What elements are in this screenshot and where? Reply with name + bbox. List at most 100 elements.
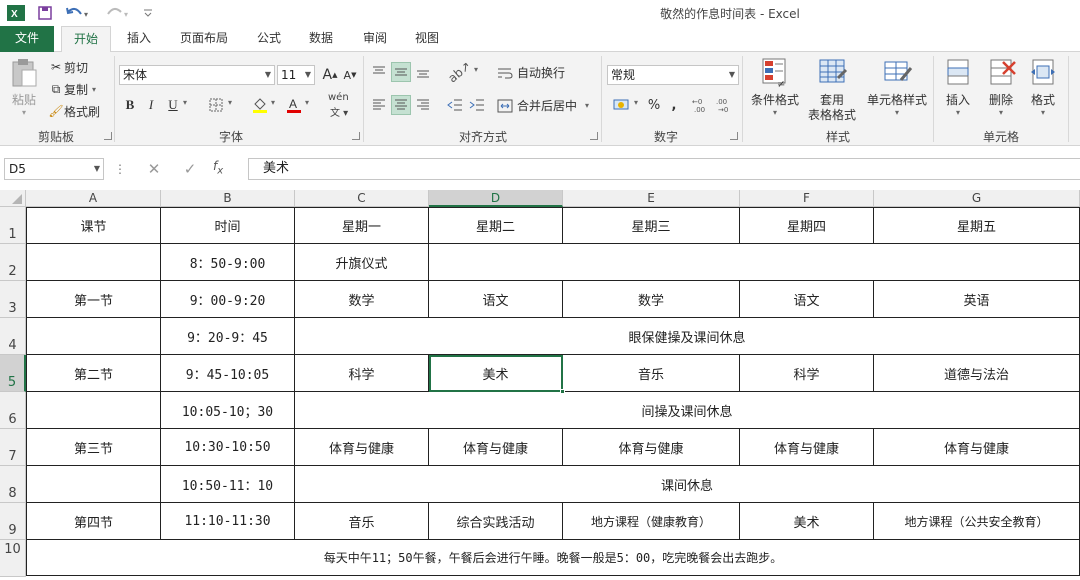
more-options-icon[interactable]: ⋮ [114,159,126,179]
cell-note-merged[interactable]: 每天中午11；50午餐，午餐后会进行午睡。晚餐一般是5：00，吃完晚餐会出去跑步… [26,540,1080,576]
clipboard-launcher-icon[interactable] [104,132,112,140]
font-launcher-icon[interactable] [352,132,360,140]
tab-view[interactable]: 视图 [406,26,448,52]
cell-time[interactable]: 11:10-11:30 [161,503,295,540]
cell-subject[interactable]: 道德与法治 [874,355,1080,392]
row-header[interactable]: 10 [0,540,26,577]
tab-insert[interactable]: 插入 [118,26,160,52]
cell-subject[interactable]: 美术 [740,503,874,540]
column-header[interactable]: F [740,190,874,207]
cell-header-friday[interactable]: 星期五 [874,207,1080,244]
cell-subject[interactable]: 地方课程（健康教育） [563,503,740,540]
select-all-corner[interactable] [0,190,26,207]
cell-subject[interactable]: 英语 [874,281,1080,318]
cell-time[interactable]: 10:50-11：10 [161,466,295,503]
decrease-indent-button[interactable] [445,95,465,115]
accounting-format-button[interactable] [610,95,636,115]
cell-subject[interactable]: 音乐 [563,355,740,392]
font-size-combo[interactable]: 11 ▼ [277,65,315,85]
grow-font-button[interactable]: A ▲ [320,65,340,85]
cell-header-wednesday[interactable]: 星期三 [563,207,740,244]
cell-time[interactable]: 8：50-9:00 [161,244,295,281]
cell-merged-empty[interactable] [429,244,1080,281]
align-left-button[interactable] [369,95,389,115]
cell-period[interactable]: 第三节 [26,429,161,466]
font-name-combo[interactable]: 宋体 ▼ [119,65,275,85]
cell-header-period[interactable]: 课节 [26,207,161,244]
insert-function-icon[interactable]: fx [213,159,223,176]
wrap-text-button[interactable]: 自动换行 [497,64,565,81]
tab-data[interactable]: 数据 [300,26,342,52]
column-header[interactable]: C [295,190,429,207]
confirm-entry-icon[interactable]: ✓ [180,159,200,179]
row-header[interactable]: 1 [0,207,26,244]
formula-input[interactable]: 美术 [248,158,1080,180]
row-header[interactable]: 9 [0,503,26,540]
tab-home[interactable]: 开始 [61,26,111,53]
phonetic-button[interactable]: wén [328,92,349,103]
cell-time[interactable]: 9：45-10:05 [161,355,295,392]
cut-button[interactable]: ✂ 剪切 [48,58,88,76]
align-bottom-button[interactable] [413,62,433,82]
cell-header-monday[interactable]: 星期一 [295,207,429,244]
cell-header-tuesday[interactable]: 星期二 [429,207,563,244]
borders-button[interactable] [206,95,226,115]
number-launcher-icon[interactable] [730,132,738,140]
cell-styles-button[interactable]: 单元格样式 ▾ [864,56,930,117]
conditional-formatting-button[interactable]: ≠ 条件格式 ▾ [748,56,802,117]
cell-subject[interactable]: 体育与健康 [429,429,563,466]
column-header[interactable]: G [874,190,1080,207]
cell-time[interactable]: 10:05-10；30 [161,392,295,429]
cell-subject[interactable]: 语文 [740,281,874,318]
name-box[interactable]: D5 ▼ [4,158,104,180]
format-cells-button[interactable]: 格式 ▾ [1024,56,1062,117]
align-top-button[interactable] [369,62,389,82]
cell-merged-break[interactable]: 课间休息 [295,466,1080,503]
shrink-font-button[interactable]: A ▼ [340,65,360,85]
align-center-button[interactable] [391,95,411,115]
insert-cells-button[interactable]: 插入 ▾ [939,56,977,117]
cell-period[interactable]: 第四节 [26,503,161,540]
cell-flag-ceremony[interactable]: 升旗仪式 [295,244,429,281]
underline-button[interactable]: U [163,95,183,115]
cell-subject[interactable]: 数学 [295,281,429,318]
cell-d5-active[interactable]: 美术 [429,355,563,392]
accounting-dropdown-icon[interactable]: ▾ [634,98,638,107]
cell-subject[interactable]: 音乐 [295,503,429,540]
cell-period-empty[interactable] [26,466,161,503]
align-middle-button[interactable] [391,62,411,82]
cell-subject[interactable]: 体育与健康 [295,429,429,466]
cell-period-empty[interactable] [26,244,161,281]
format-as-table-button[interactable]: 套用 表格格式 [802,56,862,123]
cell-period-empty[interactable] [26,392,161,429]
comma-style-button[interactable]: , [664,95,684,115]
increase-decimal-button[interactable]: ←0.00 [692,95,714,115]
increase-indent-button[interactable] [467,95,487,115]
cell-header-time[interactable]: 时间 [161,207,295,244]
cell-merged-break[interactable]: 间操及课间休息 [295,392,1080,429]
cell-period-empty[interactable] [26,318,161,355]
fill-handle[interactable] [560,389,565,394]
fill-color-dropdown-icon[interactable]: ▾ [271,98,275,107]
percent-button[interactable]: % [644,95,664,115]
cell-period[interactable]: 第一节 [26,281,161,318]
tab-page-layout[interactable]: 页面布局 [172,26,236,52]
decrease-decimal-button[interactable]: .00 →0 [716,95,738,115]
fill-color-button[interactable] [250,95,270,115]
underline-dropdown-icon[interactable]: ▾ [183,98,187,107]
merge-center-button[interactable]: 合并后居中 ▾ [497,97,589,114]
save-icon[interactable] [36,4,54,22]
cell-merged-break[interactable]: 眼保健操及课间休息 [295,318,1080,355]
cancel-entry-icon[interactable]: ✕ [144,159,164,179]
borders-dropdown-icon[interactable]: ▾ [228,98,232,107]
tab-review[interactable]: 审阅 [354,26,396,52]
copy-button[interactable]: ⧉ 复制 ▾ [48,80,96,98]
row-header[interactable]: 4 [0,318,26,355]
italic-button[interactable]: I [141,95,161,115]
font-color-dropdown-icon[interactable]: ▾ [305,98,309,107]
tab-formulas[interactable]: 公式 [248,26,290,52]
number-format-combo[interactable]: 常规 ▼ [607,65,739,85]
undo-icon[interactable]: ▾ [64,4,92,22]
column-header[interactable]: B [161,190,295,207]
column-header[interactable]: A [26,190,161,207]
